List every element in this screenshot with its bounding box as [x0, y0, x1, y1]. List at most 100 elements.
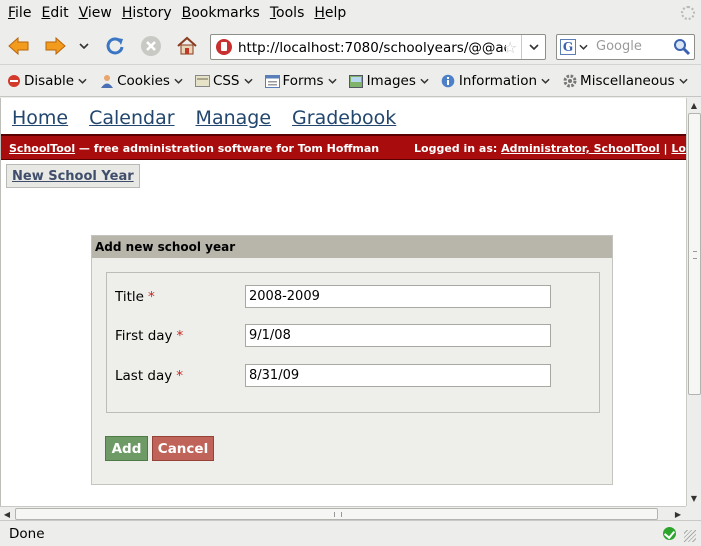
chevron-down-icon — [79, 43, 89, 49]
first-day-row: First day * — [115, 324, 595, 348]
user-link[interactable]: Administrator, SchoolTool — [501, 142, 660, 155]
search-engine-selector[interactable]: G — [560, 38, 594, 56]
status-text: Done — [9, 526, 45, 542]
scrollbar-corner — [686, 506, 701, 520]
google-icon: G — [560, 39, 576, 55]
title-label: Title * — [115, 289, 155, 305]
menu-help[interactable]: Help — [309, 0, 351, 27]
new-school-year-link[interactable]: New School Year — [12, 169, 134, 184]
new-school-year-action: New School Year — [6, 164, 140, 188]
last-day-label: Last day * — [115, 368, 183, 384]
dev-forms-menu[interactable]: Forms — [264, 73, 337, 89]
add-button[interactable]: Add — [105, 436, 148, 461]
dev-images-menu[interactable]: Images — [349, 73, 429, 89]
cancel-button[interactable]: Cancel — [152, 436, 214, 461]
status-bar: Done — [0, 520, 701, 546]
scroll-right-icon[interactable]: ▶ — [671, 507, 685, 521]
required-marker: * — [176, 328, 184, 344]
required-marker: * — [176, 368, 183, 384]
search-icon[interactable] — [673, 38, 691, 56]
form-fieldset: Title* First day* Last day* — [106, 272, 600, 413]
site-banner: SchoolTool — free administration softwar… — [1, 134, 686, 160]
menu-bookmarks[interactable]: Bookmarks — [177, 0, 265, 27]
dev-css-menu[interactable]: CSS — [194, 73, 253, 89]
required-marker: * — [147, 289, 155, 305]
chevron-down-icon — [579, 44, 588, 50]
add-school-year-form: Add new school year Title* First day* La… — [91, 235, 613, 485]
form-title: Add new school year — [92, 236, 612, 258]
scroll-left-icon[interactable]: ◀ — [0, 507, 14, 521]
dev-information-menu[interactable]: Information — [441, 73, 550, 89]
banner-login-info: Logged in as: Administrator, SchoolTool … — [414, 142, 686, 155]
forward-arrow-icon — [45, 37, 66, 55]
forward-button[interactable] — [42, 34, 68, 58]
title-field[interactable] — [245, 285, 551, 308]
menu-tools[interactable]: Tools — [265, 0, 310, 27]
cookies-icon — [99, 74, 114, 89]
information-icon — [441, 74, 456, 89]
url-bar[interactable]: ☆ — [210, 34, 546, 60]
home-button[interactable] — [174, 34, 200, 58]
last-day-field[interactable] — [245, 364, 551, 387]
chevron-down-icon — [174, 78, 183, 84]
bookmark-star-icon[interactable]: ☆ — [503, 38, 517, 57]
dev-disable-menu[interactable]: Disable — [6, 73, 87, 89]
chevron-down-icon — [420, 78, 429, 84]
last-day-row: Last day * — [115, 364, 595, 388]
menu-file[interactable]: File — [3, 0, 36, 27]
menu-view[interactable]: View — [74, 0, 117, 27]
horizontal-scrollbar[interactable]: ◀ ▶ — [0, 506, 686, 520]
stop-icon — [141, 36, 161, 56]
nav-home-link[interactable]: Home — [12, 107, 68, 129]
dev-cookies-menu[interactable]: Cookies — [99, 73, 183, 89]
site-favicon-icon — [216, 39, 232, 55]
chevron-down-icon — [679, 78, 688, 84]
menu-bar: File Edit View History Bookmarks Tools H… — [0, 0, 701, 27]
images-icon — [349, 74, 364, 89]
scroll-up-icon[interactable]: ▲ — [687, 98, 701, 112]
history-dropdown-button[interactable] — [74, 34, 94, 58]
home-icon — [177, 36, 197, 55]
miscellaneous-icon — [562, 74, 577, 89]
forms-icon — [264, 74, 280, 89]
nav-calendar-link[interactable]: Calendar — [89, 107, 174, 129]
reload-button[interactable] — [102, 34, 128, 58]
first-day-label: First day * — [115, 328, 184, 344]
resize-grip-icon[interactable] — [684, 530, 696, 542]
page-viewport: Home Calendar Manage Gradebook SchoolToo… — [0, 98, 686, 506]
stop-button[interactable] — [138, 34, 164, 58]
status-ok-icon — [663, 527, 676, 540]
search-bar[interactable]: G — [556, 34, 695, 60]
nav-gradebook-link[interactable]: Gradebook — [292, 107, 396, 129]
chevron-down-icon — [541, 78, 550, 84]
menu-edit[interactable]: Edit — [36, 0, 73, 27]
back-button[interactable] — [6, 34, 32, 58]
vertical-scrollbar[interactable]: ▲ ▼ — [686, 98, 701, 506]
throbber-icon — [681, 6, 695, 20]
back-arrow-icon — [8, 37, 29, 55]
title-row: Title * — [115, 285, 595, 309]
scroll-down-icon[interactable]: ▼ — [687, 491, 701, 505]
chevron-down-icon — [528, 44, 539, 50]
web-developer-toolbar: Disable Cookies CSS Forms Images Informa… — [0, 66, 701, 97]
banner-tagline: SchoolTool — free administration softwar… — [9, 142, 380, 155]
horizontal-scroll-thumb[interactable] — [15, 508, 658, 520]
schooltool-link[interactable]: SchoolTool — [9, 142, 75, 155]
disable-icon — [6, 74, 21, 89]
first-day-field[interactable] — [245, 324, 551, 347]
chevron-down-icon — [78, 78, 87, 84]
nav-manage-link[interactable]: Manage — [196, 107, 271, 129]
search-input[interactable] — [596, 39, 672, 54]
menu-history[interactable]: History — [117, 0, 177, 27]
logout-link[interactable]: Log Out — [671, 142, 686, 155]
dev-miscellaneous-menu[interactable]: Miscellaneous — [562, 73, 688, 89]
reload-icon — [106, 37, 124, 55]
site-nav: Home Calendar Manage Gradebook — [12, 107, 417, 129]
navigation-toolbar: ☆ G — [0, 27, 701, 65]
vertical-scroll-thumb[interactable] — [688, 113, 701, 395]
css-icon — [194, 74, 210, 89]
chevron-down-icon — [327, 78, 337, 84]
url-dropdown-button[interactable] — [521, 35, 545, 59]
chevron-down-icon — [243, 78, 253, 84]
url-input[interactable] — [238, 39, 506, 57]
